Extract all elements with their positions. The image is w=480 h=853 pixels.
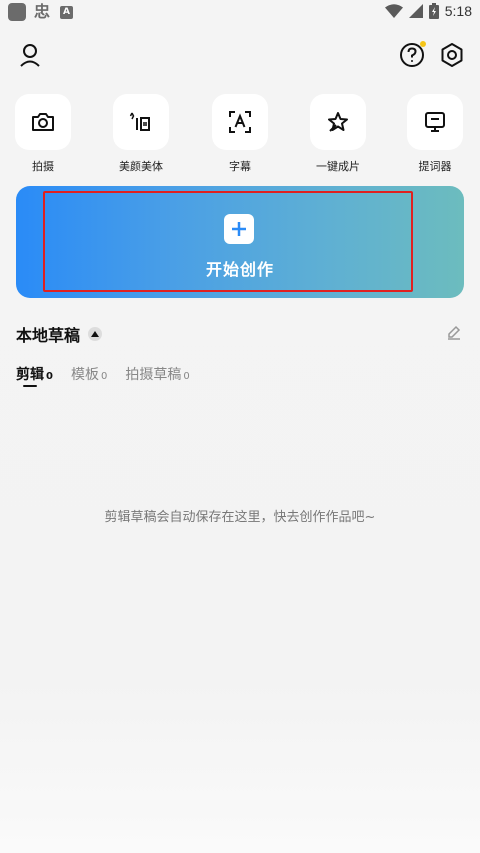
- user-icon: [20, 44, 40, 67]
- camera-icon: [32, 113, 54, 131]
- teleprompter-icon: [425, 112, 445, 132]
- drafts-title: 本地草稿: [16, 326, 81, 345]
- tool-camera[interactable]: 拍摄: [8, 94, 78, 174]
- tab-edit[interactable]: 剪辑 0: [16, 364, 53, 387]
- status-left: 忠 A: [8, 2, 74, 21]
- drafts-header: 本地草稿: [16, 322, 103, 346]
- a-icon: A: [60, 5, 74, 19]
- tab-label: 模板: [70, 367, 99, 383]
- notification-dot: [420, 41, 426, 47]
- tool-label: 一键成片: [316, 160, 360, 173]
- quick-tools: 拍摄 美颜美体 字幕 一键成片 提词器: [0, 94, 480, 174]
- status-bar: 忠 A 5:18: [0, 0, 480, 26]
- tool-teleprompter-box[interactable]: [407, 94, 463, 150]
- edit-button[interactable]: [446, 324, 462, 344]
- tab-count: 0: [100, 371, 108, 382]
- tool-subtitle[interactable]: 字幕: [205, 94, 275, 174]
- tool-label: 字幕: [229, 160, 251, 173]
- tool-label: 提词器: [418, 160, 452, 173]
- tab-shoot-drafts[interactable]: 拍摄草稿 0: [125, 364, 189, 384]
- wifi-icon: [384, 4, 403, 18]
- tool-beauty[interactable]: 美颜美体: [106, 94, 176, 174]
- subtitle-icon: [229, 111, 251, 133]
- draft-tabs: 剪辑 0 模板 0 拍摄草稿 0: [16, 364, 190, 387]
- empty-drafts-message: 剪辑草稿会自动保存在这里，快去创作作品吧~: [104, 510, 376, 525]
- tab-label: 剪辑: [16, 367, 44, 383]
- plus-icon: [224, 214, 254, 244]
- tab-template[interactable]: 模板 0: [71, 364, 107, 384]
- settings-button[interactable]: [438, 41, 466, 69]
- signal-icon: [408, 4, 423, 18]
- app-square-icon: [8, 3, 26, 21]
- tool-label: 美颜美体: [119, 160, 163, 173]
- profile-button[interactable]: [16, 41, 44, 69]
- tab-count: 0: [46, 371, 53, 382]
- tool-label: 拍摄: [32, 160, 54, 173]
- status-time: 5:18: [444, 3, 472, 19]
- battery-icon: [428, 3, 439, 19]
- tool-camera-box[interactable]: [15, 94, 71, 150]
- tool-one-click[interactable]: 一键成片: [303, 94, 373, 174]
- status-right: 5:18: [384, 3, 472, 19]
- start-create-banner[interactable]: 开始创作: [16, 186, 464, 298]
- tab-label: 拍摄草稿: [125, 367, 182, 383]
- help-button[interactable]: [398, 41, 426, 69]
- tool-teleprompter[interactable]: 提词器: [400, 94, 470, 174]
- settings-icon: [441, 43, 463, 67]
- tool-one-click-box[interactable]: [310, 94, 366, 150]
- collapse-triangle-icon[interactable]: [88, 327, 103, 341]
- tab-underline: [23, 385, 37, 387]
- start-create-label: 开始创作: [205, 260, 274, 279]
- tool-beauty-box[interactable]: [113, 94, 169, 150]
- chinese-glyph-icon: 忠: [34, 2, 51, 21]
- tab-count: 0: [183, 371, 190, 382]
- edit-icon: [448, 325, 461, 340]
- magic-icon: [328, 112, 348, 132]
- beauty-icon: [129, 112, 150, 131]
- tool-subtitle-box[interactable]: [212, 94, 268, 150]
